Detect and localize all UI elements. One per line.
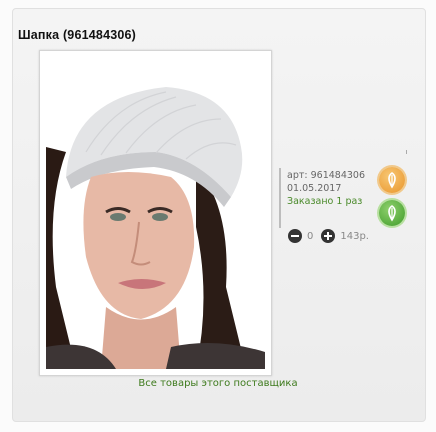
decorative-tick (406, 150, 407, 154)
model-image (46, 57, 265, 369)
supplier-products-link[interactable]: Все товары этого поставщика (0, 378, 436, 389)
article-number: арт: 961484306 (287, 170, 366, 181)
leaf-icon (388, 205, 396, 222)
product-photo-frame[interactable] (39, 50, 272, 376)
info-divider (279, 168, 281, 228)
product-title: Шапка (961484306) (18, 28, 137, 42)
upload-date: 01.05.2017 (287, 183, 342, 194)
product-info: арт: 961484306 01.05.2017 Заказано 1 раз (287, 169, 365, 208)
product-photo[interactable] (46, 57, 265, 369)
leaf-icon (388, 172, 396, 189)
views-count: 143р. (340, 230, 369, 242)
leaf-badge-orange[interactable] (379, 167, 405, 193)
leaf-badge-green[interactable] (379, 200, 405, 226)
order-count: Заказано 1 раз (287, 196, 363, 207)
plus-circle-icon[interactable] (321, 229, 336, 243)
minus-count: 0 (307, 230, 314, 242)
vote-stats: 0 143р. (288, 227, 377, 245)
minus-circle-icon[interactable] (288, 229, 302, 243)
